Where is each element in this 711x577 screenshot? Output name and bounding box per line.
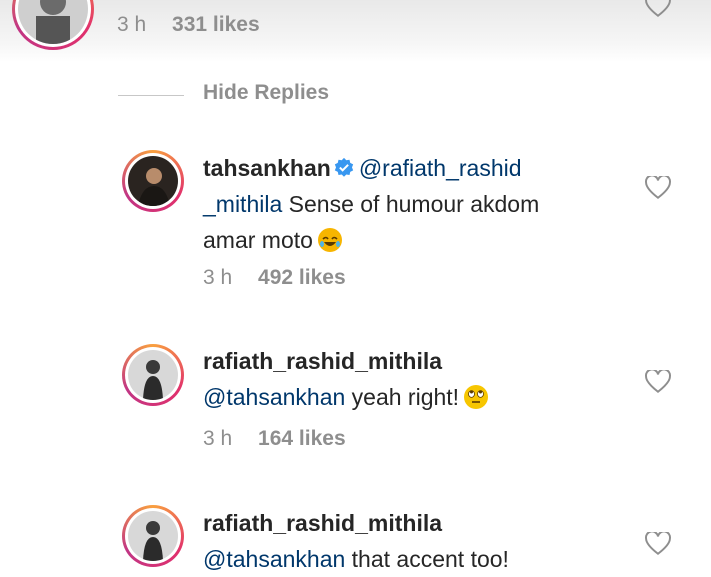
reply-username[interactable]: rafiath_rashid_mithila (203, 348, 442, 374)
reply-text: rafiath_rashid_mithila @tahsankhan yeah … (203, 343, 633, 415)
reply-body: yeah right! (345, 384, 460, 410)
comment-time: 3 h (203, 427, 233, 450)
comment-likes[interactable]: 331 likes (172, 13, 260, 36)
tahsankhan-avatar[interactable] (122, 150, 184, 212)
person-photo-icon (128, 350, 178, 400)
comment-likes[interactable]: 164 likes (258, 427, 346, 450)
rafiath-avatar[interactable] (122, 505, 184, 567)
reply-meta: 3 h 164 likes (203, 427, 346, 451)
reply-mention-continued[interactable]: _mithila (203, 191, 282, 217)
reply-mention[interactable]: @tahsankhan (203, 546, 345, 572)
laughing-face-emoji-icon (317, 227, 343, 253)
reply-mention[interactable]: @rafiath_rashid (359, 155, 522, 181)
eye-roll-emoji-icon (463, 384, 489, 410)
person-photo-icon (128, 156, 178, 206)
reply-username[interactable]: rafiath_rashid_mithila (203, 510, 442, 536)
reply-text: rafiath_rashid_mithila @tahsankhan that … (203, 505, 633, 577)
parent-comment: 3 h 331 likes (0, 0, 711, 62)
verified-badge-icon (333, 157, 355, 179)
reply-body: that accent too! (345, 546, 509, 572)
parent-comment-meta: 3 h 331 likes (117, 13, 260, 37)
reply-text: tahsankhan @rafiath_rashid _mithila Sense… (203, 150, 633, 258)
like-heart-icon[interactable] (645, 0, 671, 18)
reply-username[interactable]: tahsankhan (203, 155, 331, 181)
reply-body-line2: amar moto (203, 227, 313, 253)
person-photo-icon (128, 511, 178, 561)
like-heart-icon[interactable] (645, 370, 671, 394)
like-heart-icon[interactable] (645, 176, 671, 200)
reply-meta: 3 h 492 likes (203, 266, 346, 290)
comment-time: 3 h (117, 13, 147, 36)
reply-mention[interactable]: @tahsankhan (203, 384, 345, 410)
rafiath-avatar[interactable] (122, 344, 184, 406)
reply-body: Sense of humour akdom (282, 191, 540, 217)
like-heart-icon[interactable] (645, 532, 671, 556)
hide-replies-divider (118, 95, 184, 96)
hide-replies-button[interactable]: Hide Replies (203, 81, 329, 105)
parent-commenter-avatar[interactable] (12, 0, 94, 50)
comment-time: 3 h (203, 266, 233, 289)
comment-likes[interactable]: 492 likes (258, 266, 346, 289)
